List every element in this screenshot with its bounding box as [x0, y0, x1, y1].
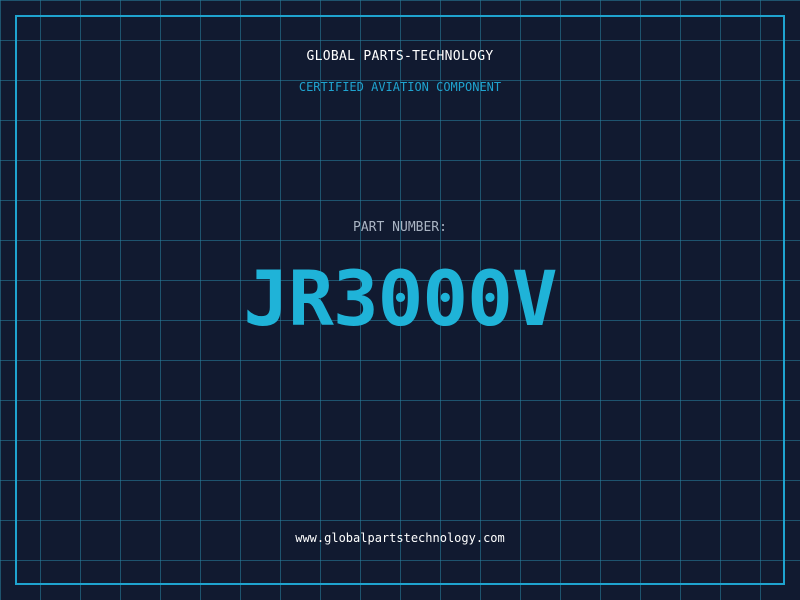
part-number-label: PART NUMBER: — [353, 220, 447, 235]
certificate-card: GLOBAL PARTS-TECHNOLOGY CERTIFIED AVIATI… — [0, 0, 800, 600]
certification-tagline: CERTIFIED AVIATION COMPONENT — [298, 80, 502, 94]
part-number-value: JR3000V — [243, 254, 557, 343]
company-name: GLOBAL PARTS-TECHNOLOGY — [306, 49, 494, 64]
website-url: www.globalpartstechnology.com — [295, 531, 505, 545]
